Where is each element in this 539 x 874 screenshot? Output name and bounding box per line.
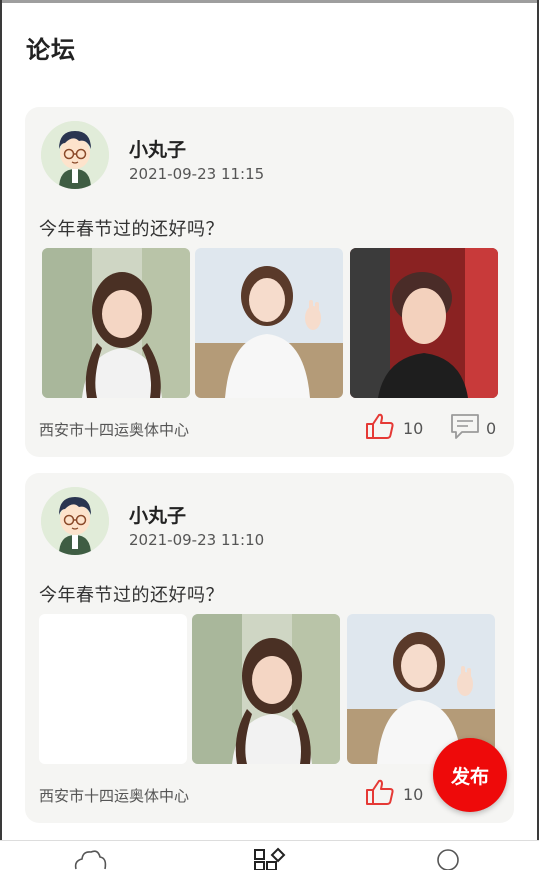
nav-item-forum[interactable] (250, 847, 290, 871)
photo-grid (42, 248, 498, 398)
like-button[interactable]: 10 (365, 412, 423, 444)
post-card[interactable]: 小丸子 2021-09-23 11:15 今年春节过的还好吗？ 西安市十四运奥体… (25, 107, 514, 457)
woman-portrait-photo[interactable] (192, 614, 340, 764)
post-timestamp: 2021-09-23 11:15 (129, 165, 265, 183)
profile-icon (430, 847, 466, 871)
woman-portrait-photo[interactable] (42, 248, 190, 398)
man-selfie-photo[interactable] (350, 248, 498, 398)
post-text: 今年春节过的还好吗？ (39, 219, 224, 240)
left-frame-edge (0, 0, 2, 869)
post-timestamp: 2021-09-23 11:10 (129, 531, 265, 549)
bottom-nav (0, 840, 539, 871)
username[interactable]: 小丸子 (129, 501, 186, 528)
page-title: 论坛 (26, 36, 76, 64)
nav-item-profile[interactable] (428, 847, 468, 871)
woman-peace-sign-photo[interactable] (195, 248, 343, 398)
avatar[interactable] (41, 121, 109, 189)
thumbs-up-icon (365, 778, 395, 810)
like-button[interactable]: 10 (365, 778, 423, 810)
post-location: 西安市十四运奥体中心 (39, 421, 190, 439)
forum-icon (252, 847, 288, 871)
post-location: 西安市十四运奥体中心 (39, 787, 190, 805)
nav-item-home[interactable] (70, 847, 110, 870)
username[interactable]: 小丸子 (129, 135, 186, 162)
comment-icon (450, 412, 480, 444)
like-count: 10 (403, 784, 424, 804)
like-count: 10 (403, 418, 424, 438)
post-text: 今年春节过的还好吗？ (39, 585, 224, 606)
photo-grid (39, 614, 495, 764)
comment-button[interactable]: 0 (450, 412, 496, 444)
avatar[interactable] (41, 487, 109, 555)
top-divider (0, 0, 539, 3)
post-feed[interactable]: 小丸子 2021-09-23 11:15 今年春节过的还好吗？ 西安市十四运奥体… (25, 107, 514, 839)
blank-photo[interactable] (39, 614, 187, 764)
comment-count: 0 (486, 418, 497, 438)
publish-button[interactable]: 发布 (433, 738, 507, 812)
home-icon (72, 847, 108, 870)
thumbs-up-icon (365, 412, 395, 444)
